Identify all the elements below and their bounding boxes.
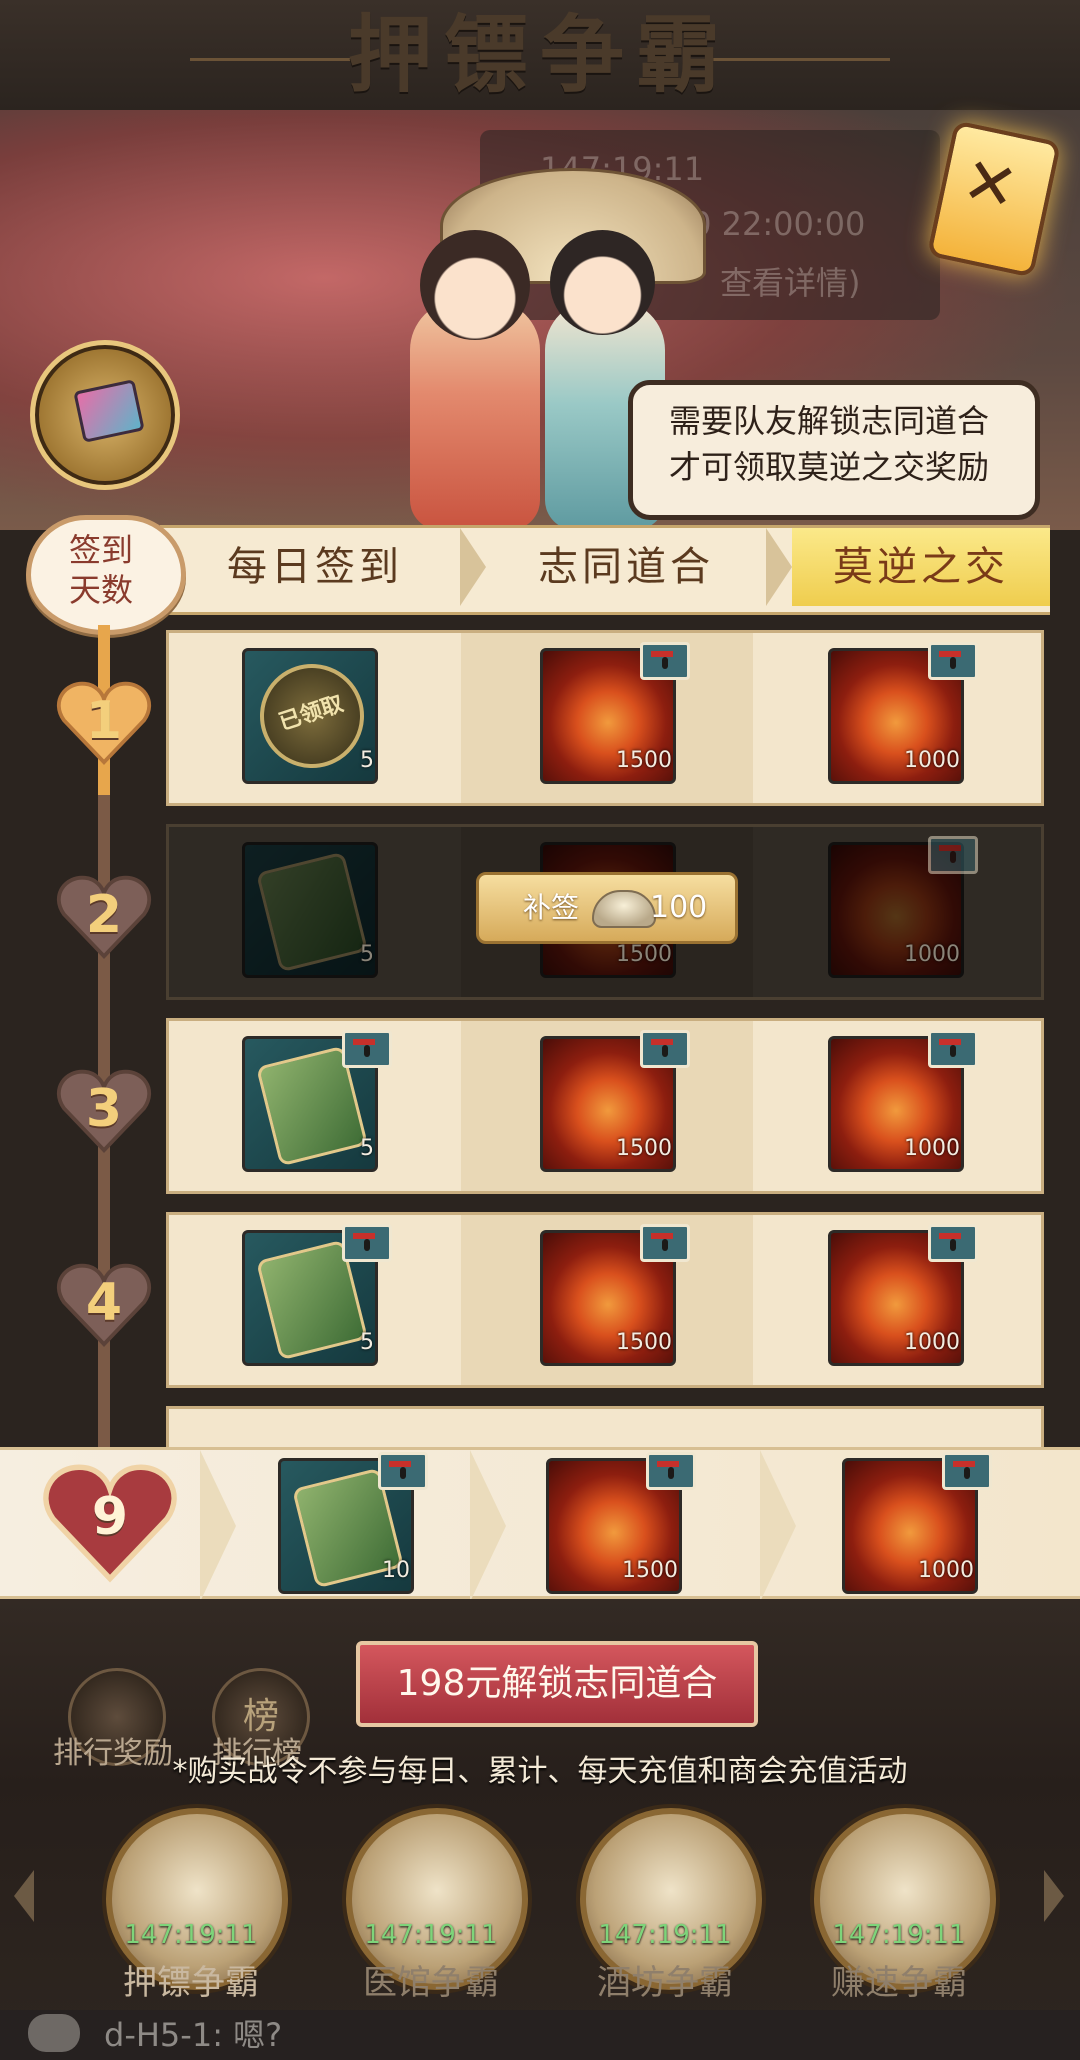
- lock-icon: [342, 1030, 392, 1068]
- chat-bubble-icon[interactable]: [28, 2014, 80, 2052]
- tab-daily-signin[interactable]: 每日签到: [170, 528, 460, 606]
- item-quantity: 1500: [616, 748, 672, 773]
- item-quantity: 5: [360, 1330, 374, 1355]
- page-title: 押镖争霸: [347, 6, 732, 104]
- character-boy-head: [550, 230, 655, 335]
- lock-icon: [378, 1452, 428, 1490]
- banner-detail-link[interactable]: 查看详情): [720, 258, 861, 304]
- item-quantity: 1500: [616, 1136, 672, 1161]
- mode-timer: 147:19:11: [832, 1920, 966, 1950]
- mode-label[interactable]: 医馆争霸: [321, 1955, 541, 2004]
- mode-timer: 147:19:11: [598, 1920, 732, 1950]
- mode-label[interactable]: 押镖争霸: [81, 1955, 301, 2004]
- lock-icon: [942, 1452, 992, 1490]
- reward-row-partial: [166, 1406, 1044, 1450]
- chat-message: d-H5-1: 嗯?: [104, 2016, 283, 2054]
- item-quantity: 1000: [904, 748, 960, 773]
- lock-icon: [342, 1224, 392, 1262]
- lock-icon: [640, 642, 690, 680]
- tab-divider: [460, 528, 486, 606]
- item-quantity: 1000: [904, 1330, 960, 1355]
- close-icon[interactable]: ✕: [954, 143, 1025, 227]
- day-number: 9: [91, 1487, 129, 1547]
- speech-text: 需要队友解锁志同道合 才可领取莫逆之交奖励: [668, 402, 989, 486]
- item-quantity: 1500: [616, 1330, 672, 1355]
- lock-icon: [928, 1224, 978, 1262]
- lock-icon: [928, 1030, 978, 1068]
- lock-icon: [640, 1030, 690, 1068]
- day-number: 1: [85, 691, 123, 751]
- purchase-notice: *购买战令不参与每日、累计、每天充值和商会充值活动: [172, 1754, 908, 1789]
- chevron-right-icon: [760, 1450, 796, 1602]
- unlock-button-label: 198元解锁志同道合: [396, 1663, 718, 1704]
- day-number: 3: [85, 1079, 123, 1139]
- item-quantity: 10: [382, 1558, 410, 1583]
- item-quantity: 5: [360, 748, 374, 773]
- character-girl-head: [420, 230, 530, 340]
- item-quantity: 1000: [904, 942, 960, 967]
- tab-like-minded[interactable]: 志同道合: [486, 528, 766, 606]
- chevron-right-icon[interactable]: [1044, 1870, 1064, 1922]
- item-quantity: 1500: [616, 942, 672, 967]
- lock-icon: [928, 836, 978, 874]
- signin-days-label: 签到 天数: [68, 531, 133, 609]
- lock-icon: [646, 1452, 696, 1490]
- item-quantity: 1500: [622, 1558, 678, 1583]
- tab-bosom-friends[interactable]: 莫逆之交: [792, 528, 1050, 606]
- tab-divider: [766, 528, 792, 606]
- chevron-right-icon: [200, 1450, 236, 1602]
- item-quantity: 5: [360, 942, 374, 967]
- lock-icon: [640, 1224, 690, 1262]
- chevron-left-icon[interactable]: [14, 1870, 34, 1922]
- mode-label[interactable]: 酒坊争霸: [555, 1955, 775, 2004]
- item-quantity: 1000: [918, 1558, 974, 1583]
- mode-timer: 147:19:11: [364, 1920, 498, 1950]
- chevron-right-icon: [470, 1450, 506, 1602]
- lock-icon: [928, 642, 978, 680]
- item-quantity: 5: [360, 1136, 374, 1161]
- day-number: 2: [85, 885, 123, 945]
- item-quantity: 1000: [904, 1136, 960, 1161]
- day-number: 4: [85, 1273, 123, 1333]
- mode-label[interactable]: 赚速争霸: [789, 1955, 1009, 2004]
- mode-timer: 147:19:11: [124, 1920, 258, 1950]
- makeup-cost: 100: [650, 890, 708, 925]
